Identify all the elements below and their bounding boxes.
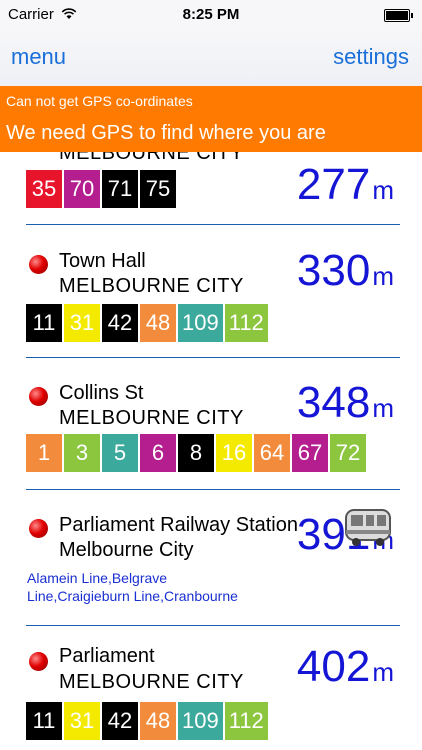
route-badge[interactable]: 42	[102, 702, 138, 740]
route-badge[interactable]: 70	[64, 170, 100, 208]
distance-unit: m	[372, 261, 394, 291]
route-badge[interactable]: 16	[216, 434, 252, 472]
gps-warning-title: Can not get GPS co-ordinates	[6, 93, 193, 109]
stop-distance: 402m	[297, 642, 394, 692]
stop-name: Town Hall	[59, 250, 146, 272]
stop-name: Parliament Railway Station	[59, 514, 298, 536]
stop-marker-icon	[29, 652, 48, 671]
distance-value: 330	[296, 246, 371, 295]
route-badges: 1 3 5 6 8 16 64 67 72	[26, 434, 366, 472]
distance-unit: m	[372, 175, 394, 205]
separator	[26, 224, 400, 225]
route-badge[interactable]: 31	[64, 304, 100, 342]
route-badge[interactable]: 112	[224, 702, 268, 740]
stop-name: Collins St	[59, 382, 144, 404]
status-bar: Carrier 8:25 PM	[0, 0, 422, 30]
clock: 8:25 PM	[182, 6, 240, 23]
stop-name: Parliament	[59, 645, 155, 667]
stop-distance: 330m	[297, 246, 394, 296]
distance-unit: m	[372, 393, 394, 423]
distance-value: 348	[296, 378, 371, 427]
route-badge[interactable]: 8	[178, 434, 214, 472]
route-badge[interactable]: 67	[292, 434, 328, 472]
route-badges: 35 70 71 75	[26, 170, 176, 208]
route-badge[interactable]: 71	[102, 170, 138, 208]
route-badge[interactable]: 6	[140, 434, 176, 472]
distance-value: 402	[296, 642, 371, 691]
route-badge[interactable]: 109	[178, 702, 223, 740]
stop-distance: 277m	[297, 160, 394, 210]
route-badge[interactable]: 109	[178, 304, 223, 342]
rail-lines-text: Line,Craigieburn Line,Cranbourne	[27, 588, 238, 604]
stop-distance: 348m	[297, 378, 394, 428]
stop-suburb: MELBOURNE CITY	[59, 407, 244, 429]
stop-suburb: MELBOURNE CITY	[59, 275, 244, 297]
stop-suburb: MELBOURNE CITY	[59, 671, 244, 693]
stop-suburb: Melbourne City	[59, 539, 194, 561]
route-badge[interactable]: 5	[102, 434, 138, 472]
route-badge[interactable]: 64	[254, 434, 290, 472]
rail-lines: Alamein Line,Belgrave Line,Craigieburn L…	[27, 569, 238, 605]
stop-marker-icon	[29, 255, 48, 274]
route-badge[interactable]: 75	[140, 170, 176, 208]
route-badge[interactable]: 1	[26, 434, 62, 472]
route-badge[interactable]: 72	[330, 434, 366, 472]
stop-marker-icon	[29, 387, 48, 406]
stop-list[interactable]: MELBOURNE CITY 277m 35 70 71 75 Town Hall M…	[0, 86, 422, 750]
navigation-bar: menu settings	[0, 30, 422, 86]
battery-icon	[384, 9, 413, 22]
menu-button[interactable]: menu	[11, 44, 66, 70]
route-badge[interactable]: 35	[26, 170, 62, 208]
route-badge[interactable]: 31	[64, 702, 100, 740]
train-icon	[345, 509, 391, 546]
route-badges: 11 31 42 48 109 112	[26, 304, 268, 342]
gps-warning-banner: Can not get GPS co-ordinates We need GPS…	[0, 86, 422, 152]
stop-item[interactable]: Collins St MELBOURNE CITY 348m 1 3 5 6 8 16 64…	[0, 358, 422, 490]
route-badge[interactable]: 11	[26, 304, 62, 342]
route-badges: 11 31 42 48 109 112	[26, 702, 268, 740]
route-badge[interactable]: 48	[140, 702, 176, 740]
route-badge[interactable]: 42	[102, 304, 138, 342]
distance-value: 277	[296, 160, 371, 209]
stop-marker-icon	[29, 519, 48, 538]
route-badge[interactable]: 3	[64, 434, 100, 472]
distance-unit: m	[372, 657, 394, 687]
route-badge[interactable]: 48	[140, 304, 176, 342]
stop-item[interactable]: Town Hall MELBOURNE CITY 330m 11 31 42 48 10…	[0, 226, 422, 358]
stop-item[interactable]: Parliament MELBOURNE CITY 402m 11 31 42 48 1…	[0, 626, 422, 750]
route-badge[interactable]: 11	[26, 702, 62, 740]
gps-warning-message: We need GPS to find where you are	[6, 122, 326, 144]
rail-lines-text: Alamein Line,Belgrave	[27, 570, 168, 586]
route-badge[interactable]: 112	[224, 304, 268, 342]
settings-button[interactable]: settings	[333, 44, 409, 70]
